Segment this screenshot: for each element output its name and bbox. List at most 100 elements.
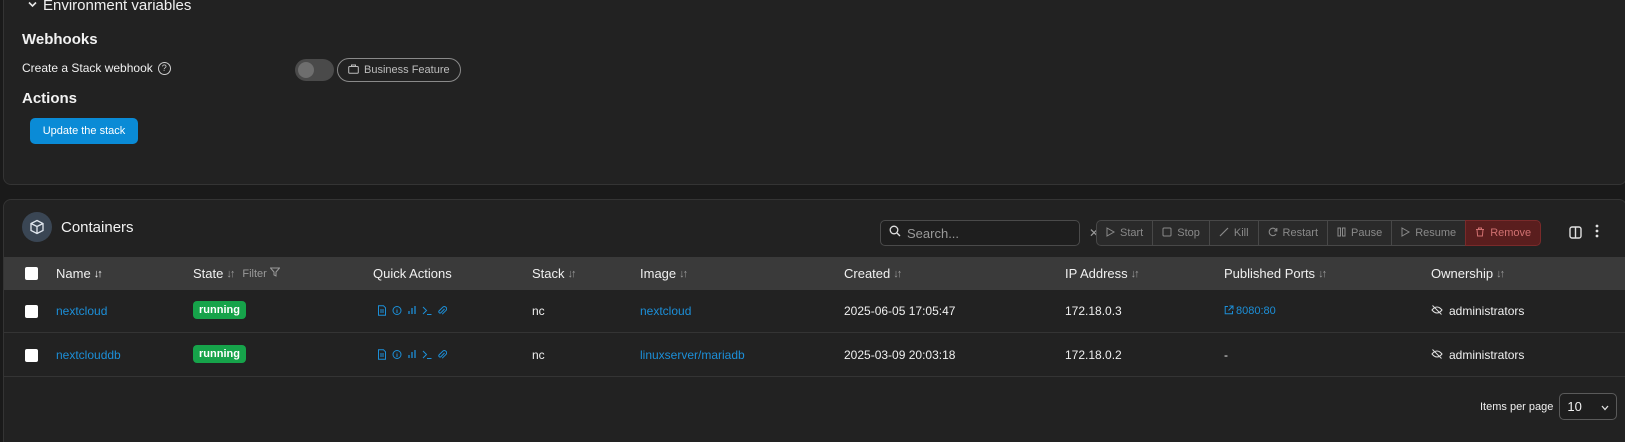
- col-ports[interactable]: Published Ports ↓↑: [1224, 266, 1327, 281]
- col-created-label: Created: [844, 266, 891, 281]
- ownership-cell: administrators: [1431, 348, 1524, 362]
- refresh-icon: [1268, 227, 1278, 240]
- slash-icon: [1219, 227, 1229, 240]
- ports-cell: -: [1224, 348, 1228, 362]
- kill-label: Kill: [1233, 227, 1249, 239]
- items-per-page-value: 10: [1567, 399, 1582, 414]
- columns-icon[interactable]: [1569, 226, 1582, 244]
- stats-icon[interactable]: [407, 303, 417, 314]
- sort-icon: ↓↑: [679, 267, 688, 280]
- state-filter-label: Filter: [242, 267, 267, 280]
- trash-icon: [1475, 227, 1485, 240]
- quick-actions: [377, 347, 448, 360]
- created-cell: 2025-03-09 20:03:18: [844, 348, 956, 362]
- more-vertical-icon[interactable]: [1595, 224, 1599, 243]
- col-state[interactable]: State ↓↑ Filter: [193, 266, 281, 281]
- ownership-label: administrators: [1449, 348, 1525, 362]
- kill-button[interactable]: Kill: [1208, 220, 1259, 246]
- logs-icon[interactable]: [377, 347, 387, 360]
- pause-label: Pause: [1351, 227, 1383, 239]
- col-ownership-label: Ownership: [1431, 266, 1494, 281]
- col-ports-label: Published Ports: [1224, 266, 1316, 281]
- col-stack-label: Stack: [532, 266, 565, 281]
- items-per-page-select[interactable]: 10: [1559, 393, 1618, 420]
- col-ip[interactable]: IP Address ↓↑: [1065, 266, 1140, 281]
- console-icon[interactable]: [422, 347, 432, 359]
- console-icon[interactable]: [422, 303, 432, 315]
- ownership-label: administrators: [1449, 304, 1525, 318]
- image-link[interactable]: linuxserver/mariadb: [640, 348, 745, 362]
- sort-icon: ↓↑: [1496, 267, 1505, 280]
- col-name-label: Name: [56, 266, 91, 281]
- stats-icon[interactable]: [407, 347, 417, 358]
- env-variables-label: Environment variables: [43, 0, 192, 14]
- col-quick-actions: Quick Actions: [373, 266, 452, 281]
- remove-label: Remove: [1490, 227, 1532, 239]
- containers-header: Containers: [22, 212, 134, 242]
- created-cell: 2025-06-05 17:05:47: [844, 304, 956, 318]
- env-variables-toggle[interactable]: Environment variables: [28, 0, 191, 14]
- col-name[interactable]: Name ↓↑: [56, 266, 103, 281]
- remove-button[interactable]: Remove: [1465, 220, 1542, 246]
- status-badge: running: [193, 345, 246, 363]
- pause-button[interactable]: Pause: [1327, 220, 1393, 246]
- port-link[interactable]: 8080:80: [1236, 305, 1276, 317]
- box-icon: [22, 212, 52, 242]
- pause-icon: [1337, 227, 1346, 240]
- inspect-icon[interactable]: [392, 347, 402, 359]
- start-button[interactable]: Start: [1096, 220, 1154, 246]
- containers-panel: Containers ✕ Start Stop Kill Restart Pau…: [3, 199, 1625, 442]
- restart-button[interactable]: Restart: [1257, 220, 1329, 246]
- play-icon: [1401, 226, 1411, 240]
- business-feature-badge: Business Feature: [337, 58, 461, 82]
- stop-icon: [1162, 227, 1172, 240]
- ports-cell[interactable]: 8080:80: [1224, 304, 1276, 318]
- inspect-icon[interactable]: [392, 303, 402, 315]
- sort-icon: ↓↑: [1130, 267, 1140, 280]
- col-image-label: Image: [640, 266, 677, 281]
- attach-icon[interactable]: [437, 347, 448, 359]
- stack-cell: nc: [532, 348, 545, 362]
- search-input[interactable]: [907, 225, 1083, 241]
- search-box: ✕: [880, 220, 1099, 246]
- stop-label: Stop: [1177, 227, 1200, 239]
- container-name-link[interactable]: nextcloud: [56, 304, 107, 318]
- actions-title: Actions: [22, 90, 78, 107]
- container-name-link[interactable]: nextclouddb: [56, 348, 121, 362]
- stop-button[interactable]: Stop: [1152, 220, 1210, 246]
- update-stack-button[interactable]: Update the stack: [30, 118, 138, 144]
- select-all-checkbox[interactable]: [25, 267, 38, 280]
- webhooks-title: Webhooks: [22, 31, 98, 48]
- logs-icon[interactable]: [377, 303, 387, 316]
- chevron-down-icon: [1601, 399, 1609, 414]
- col-ownership[interactable]: Ownership ↓↑: [1431, 266, 1505, 281]
- col-image[interactable]: Image ↓↑: [640, 266, 688, 281]
- webhook-row: Create a Stack webhook ?: [22, 61, 171, 75]
- row-checkbox[interactable]: [25, 349, 38, 362]
- resume-label: Resume: [1415, 227, 1457, 239]
- resume-button[interactable]: Resume: [1391, 220, 1467, 246]
- table-header: Name ↓↑ State ↓↑ Filter Quick Actions St…: [4, 257, 1625, 290]
- state-filter[interactable]: Filter: [242, 267, 281, 280]
- col-created[interactable]: Created ↓↑: [844, 266, 902, 281]
- table-row: nextcloud running nc nextcloud 2025-06-0…: [4, 290, 1625, 333]
- stack-editor-panel: Environment variables Webhooks Create a …: [3, 0, 1625, 185]
- webhook-toggle[interactable]: [295, 59, 334, 81]
- briefcase-icon: [348, 64, 359, 77]
- sort-icon: ↓↑: [1318, 267, 1327, 280]
- webhook-label-text: Create a Stack webhook: [22, 61, 153, 75]
- attach-icon[interactable]: [437, 303, 448, 315]
- table-row: nextclouddb running nc linuxserver/maria…: [4, 334, 1625, 377]
- help-icon[interactable]: ?: [157, 61, 171, 75]
- eye-off-icon: [1431, 348, 1443, 362]
- ownership-cell: administrators: [1431, 304, 1524, 318]
- sort-icon: ↓↑: [893, 267, 902, 280]
- containers-title: Containers: [61, 218, 134, 236]
- filter-icon: [269, 267, 281, 280]
- play-icon: [1106, 226, 1116, 240]
- quick-actions: [377, 303, 448, 316]
- sort-icon: ↓↑: [93, 267, 103, 280]
- row-checkbox[interactable]: [25, 305, 38, 318]
- image-link[interactable]: nextcloud: [640, 304, 691, 318]
- col-stack[interactable]: Stack ↓↑: [532, 266, 577, 281]
